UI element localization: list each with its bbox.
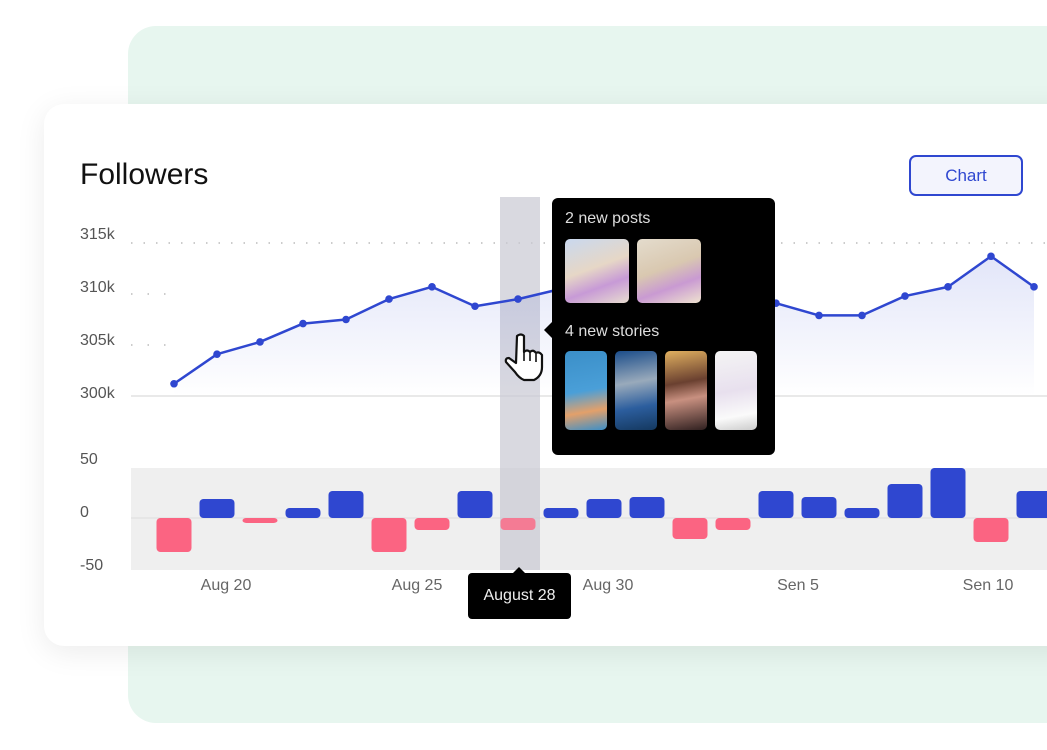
day-tooltip: 2 new posts 4 new stories — [544, 198, 775, 455]
x-tick-label: Sen 5 — [777, 577, 819, 594]
post-thumbnail[interactable] — [565, 239, 629, 303]
y-tick-label: 0 — [80, 504, 89, 521]
data-point — [471, 302, 479, 311]
bar-positive — [457, 491, 493, 518]
bar-positive — [199, 499, 235, 518]
y-tick-label: 300k — [80, 385, 116, 402]
bar-positive — [758, 491, 794, 518]
bar-negative — [500, 518, 536, 530]
data-point — [901, 292, 909, 300]
bar-positive — [1016, 491, 1047, 518]
bar-positive — [887, 484, 923, 518]
post-thumbnail[interactable] — [637, 239, 701, 303]
y-tick-label: -50 — [80, 557, 103, 574]
story-thumbnail[interactable] — [715, 351, 757, 430]
data-point — [213, 350, 221, 358]
x-tick-label: Aug 30 — [583, 577, 634, 594]
x-tick-label: Sen 10 — [963, 577, 1014, 594]
y-tick-label: 305k — [80, 332, 116, 349]
bar-positive — [586, 499, 622, 518]
bar-negative — [715, 518, 751, 530]
x-tick-label: Aug 20 — [201, 577, 252, 594]
data-point — [342, 315, 350, 324]
y-tick-label: 50 — [80, 451, 98, 468]
data-point — [944, 283, 952, 291]
bar-negative — [973, 518, 1009, 542]
data-point — [858, 311, 866, 320]
bar-positive — [801, 497, 837, 518]
data-point — [987, 252, 995, 261]
bar-negative — [371, 518, 407, 552]
date-tooltip: August 28 — [468, 567, 571, 619]
data-point — [385, 295, 393, 303]
data-point — [170, 379, 178, 388]
stories-label: 4 new stories — [565, 323, 660, 340]
x-tick-label: Aug 25 — [392, 577, 443, 594]
data-point — [256, 338, 264, 346]
bar-negative — [156, 518, 192, 552]
data-point — [815, 311, 823, 320]
y-tick-label: 310k — [80, 279, 116, 296]
bar-negative — [414, 518, 450, 530]
bar-positive — [629, 497, 665, 518]
bar-positive — [930, 468, 966, 518]
bar-positive — [285, 508, 321, 518]
story-thumbnail[interactable] — [565, 351, 607, 430]
data-point — [428, 283, 436, 291]
data-point — [1030, 283, 1038, 291]
bar-negative — [672, 518, 708, 539]
data-point — [514, 295, 522, 303]
data-point — [299, 319, 307, 328]
bar-positive — [844, 508, 880, 518]
posts-label: 2 new posts — [565, 210, 651, 227]
story-thumbnail[interactable] — [665, 351, 707, 430]
bar-positive — [328, 491, 364, 518]
bar-negative — [242, 518, 278, 523]
hand-pointer-icon — [504, 333, 544, 382]
bar-positive — [543, 508, 579, 518]
story-thumbnail[interactable] — [615, 351, 657, 430]
y-tick-label: 315k — [80, 226, 116, 243]
